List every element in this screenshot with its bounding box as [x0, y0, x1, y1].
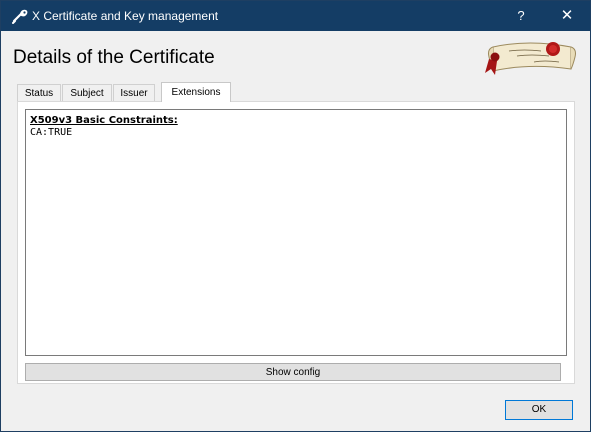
extensions-text-area[interactable]: X509v3 Basic Constraints: CA:TRUE: [25, 109, 567, 356]
help-button[interactable]: ?: [498, 1, 544, 31]
show-config-button[interactable]: Show config: [25, 363, 561, 381]
xca-scroll-logo: [485, 42, 576, 75]
tab-issuer[interactable]: Issuer: [113, 84, 155, 101]
certificate-key-icon: [12, 9, 28, 24]
page-title: Details of the Certificate: [13, 47, 215, 68]
title-bar[interactable]: X Certificate and Key management ? ✕: [1, 1, 590, 31]
tab-extensions[interactable]: Extensions: [161, 82, 231, 102]
tab-subject[interactable]: Subject: [62, 84, 112, 101]
tab-status[interactable]: Status: [17, 84, 61, 101]
close-button[interactable]: ✕: [544, 1, 590, 31]
ok-button[interactable]: OK: [505, 400, 573, 420]
extensions-panel: X509v3 Basic Constraints: CA:TRUE Show c…: [17, 101, 575, 384]
ok-button-label: OK: [531, 404, 547, 415]
extension-title: X509v3 Basic Constraints:: [30, 115, 178, 126]
certificate-details-window: X Certificate and Key management ? ✕ Det…: [0, 0, 591, 432]
window-title: X Certificate and Key management: [32, 9, 219, 23]
extension-value: CA:TRUE: [30, 127, 73, 138]
